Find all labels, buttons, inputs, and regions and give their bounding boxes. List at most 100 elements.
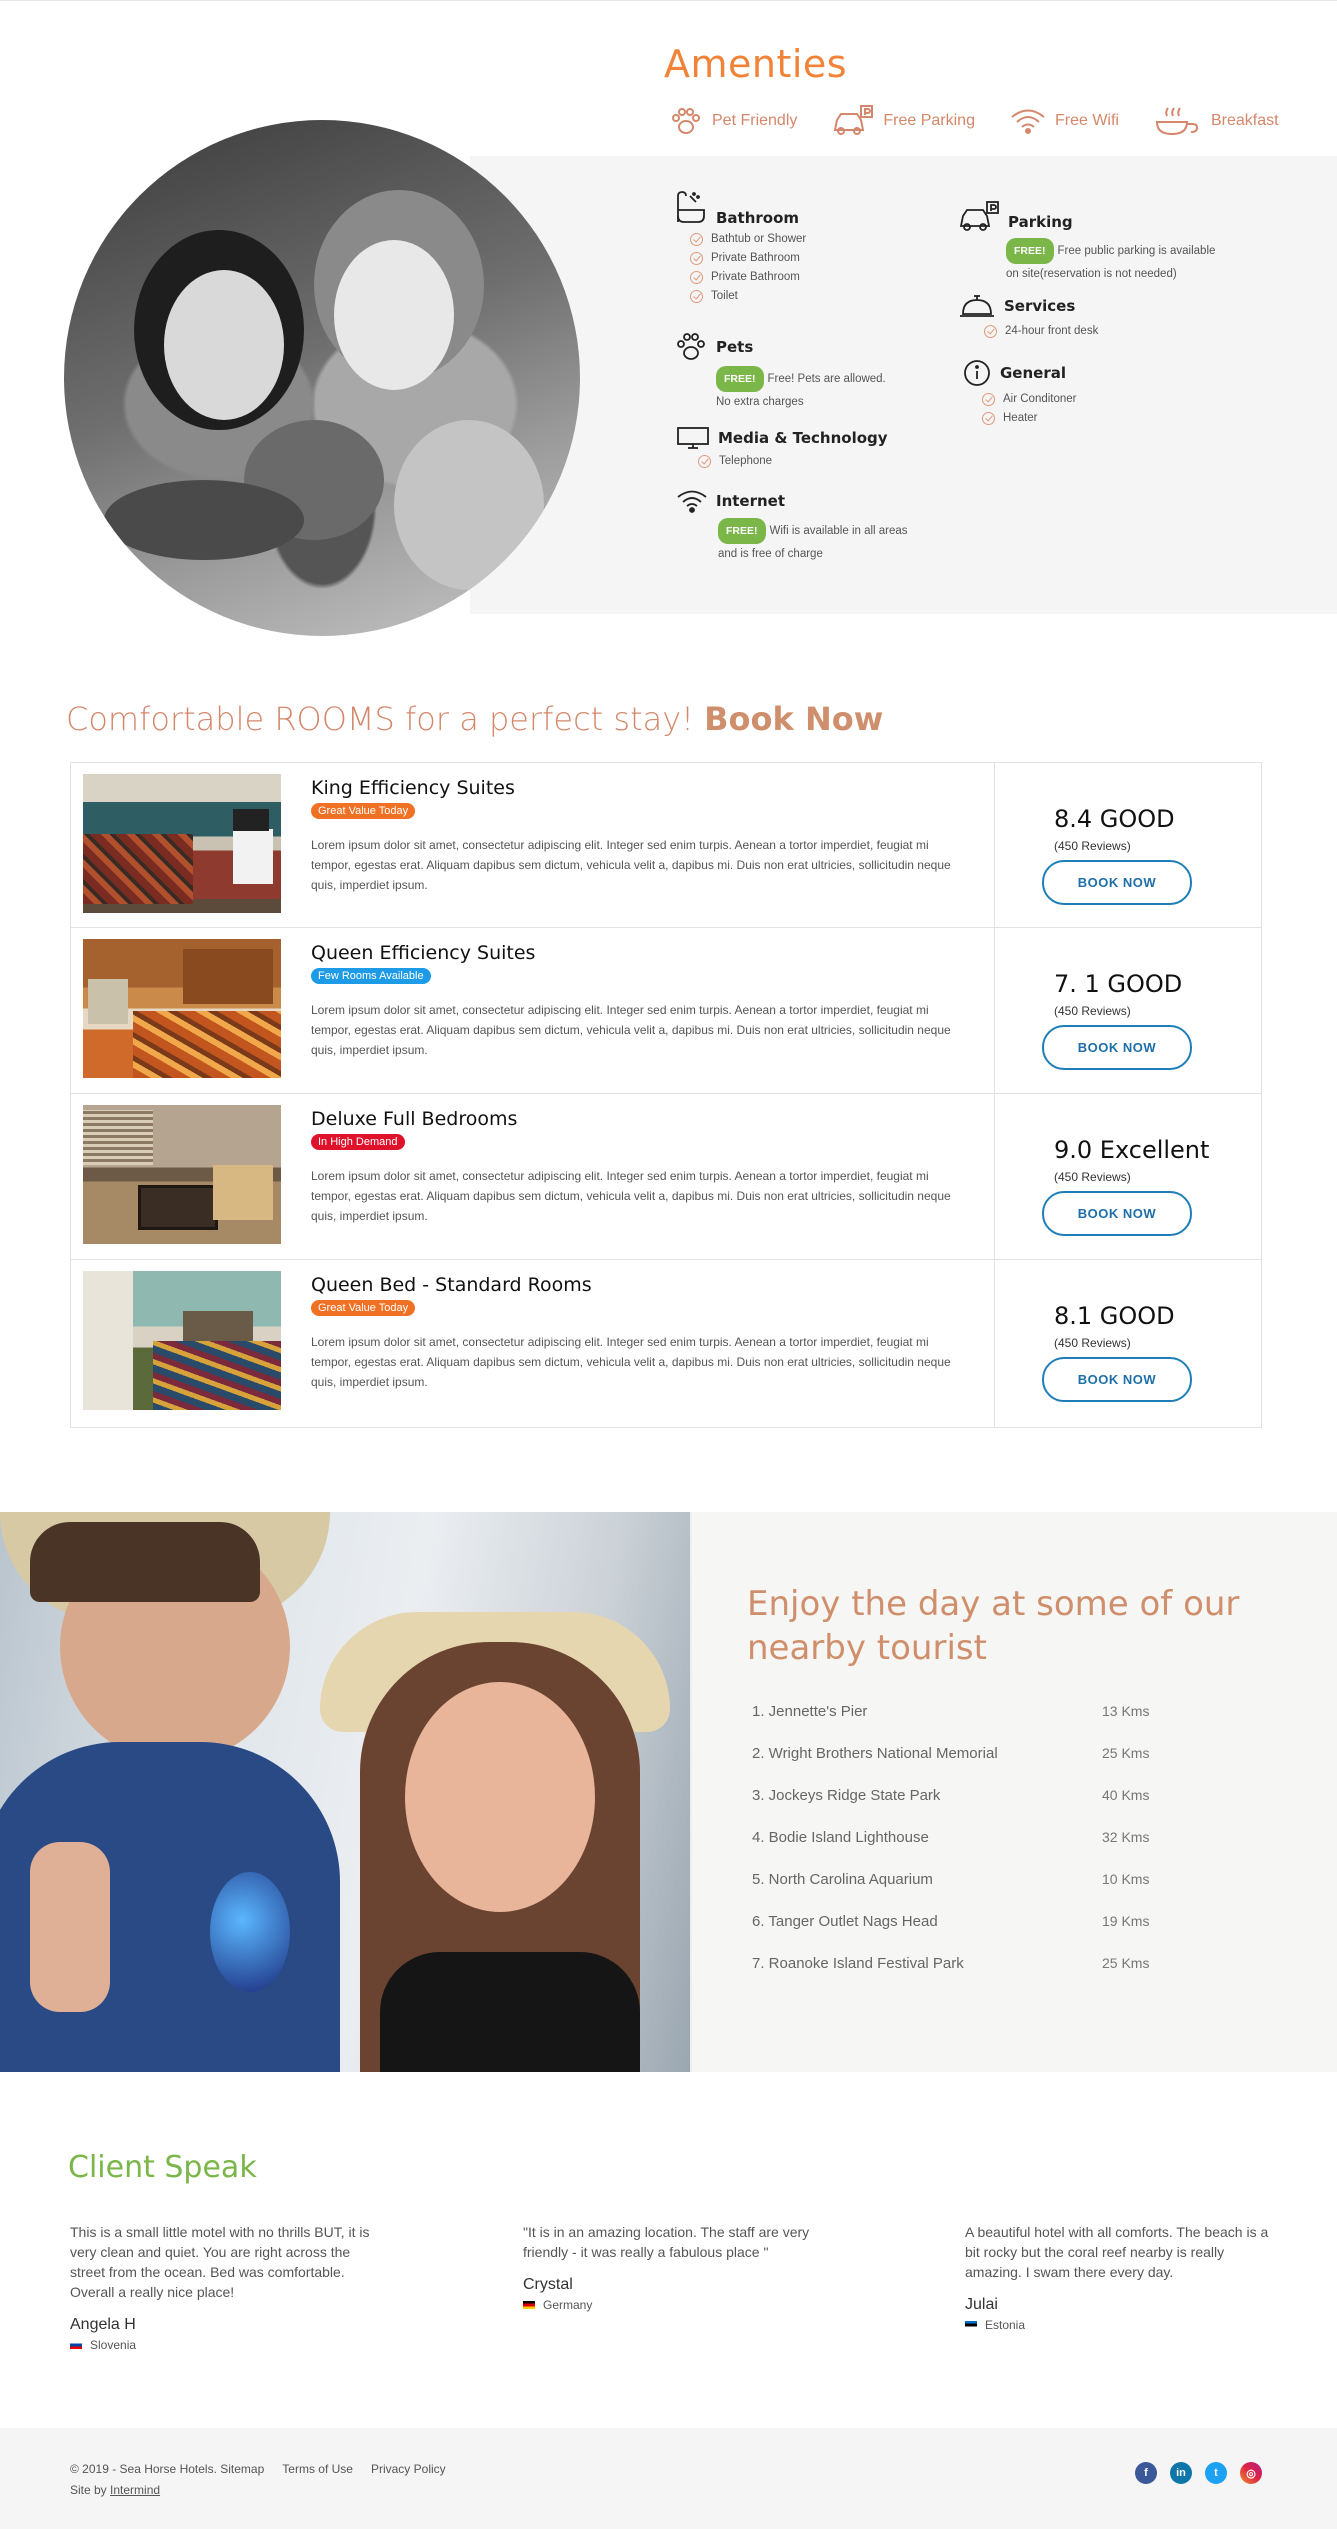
room-name: Queen Efficiency Suites: [311, 942, 536, 964]
testimonial: "It is in an amazing location. The staff…: [523, 2222, 833, 2312]
room-photo[interactable]: [83, 939, 281, 1078]
check-icon: [982, 392, 995, 406]
estonia-flag-icon: [965, 2321, 977, 2329]
place-distance: 32 Kms: [1102, 1829, 1150, 1845]
amenity-free-parking: Free Parking: [831, 104, 975, 138]
place-name: 4. Bodie Island Lighthouse: [752, 1829, 929, 1846]
room-photo[interactable]: [83, 1271, 281, 1410]
paw-icon: [677, 333, 705, 360]
list-item: Bathtub or Shower: [690, 232, 806, 246]
services-list: 24-hour front desk: [958, 324, 1098, 338]
instagram-icon[interactable]: ◎: [1240, 2462, 1262, 2484]
room-description: Lorem ipsum dolor sit amet, consectetur …: [311, 1169, 951, 1223]
place-distance: 25 Kms: [1102, 1745, 1150, 1761]
amenity-label: Free Wifi: [1054, 112, 1119, 129]
place-name: 6. Tanger Outlet Nags Head: [752, 1913, 938, 1930]
room-row: Queen Efficiency Suites Few Rooms Availa…: [71, 928, 1261, 1094]
room-row: Deluxe Full Bedrooms In High Demand Lore…: [71, 1094, 1261, 1260]
list-item: 24-hour front desk: [984, 324, 1098, 338]
amenities-highlights: Pet Friendly Free Parking Free Wifi Brea…: [668, 104, 1279, 138]
room-score: 9.0 Excellent: [1054, 1136, 1210, 1164]
testimonial-country: Estonia: [965, 2318, 1275, 2332]
book-now-button[interactable]: BOOK NOW: [1042, 860, 1192, 905]
book-now-button[interactable]: BOOK NOW: [1042, 1191, 1192, 1236]
place-distance: 25 Kms: [1102, 1955, 1150, 1971]
site-credit: Site by Intermind: [70, 2483, 161, 2497]
pets-note-2: No extra charges: [716, 396, 804, 408]
room-badge: In High Demand: [311, 1134, 405, 1150]
testimonial-author: Julai: [965, 2296, 998, 2313]
room-name: King Efficiency Suites: [311, 777, 515, 799]
paw-icon: [672, 108, 700, 134]
list-item: Heater: [982, 411, 1077, 425]
room-photo[interactable]: [83, 774, 281, 913]
room-score: 7. 1 GOOD: [1054, 970, 1183, 998]
internet-note-2: and is free of charge: [718, 548, 823, 560]
list-item: 6. Tanger Outlet Nags Head 19 Kms: [752, 1913, 1162, 1955]
list-item: Telephone: [698, 454, 888, 468]
list-item: 7. Roanoke Island Festival Park 25 Kms: [752, 1955, 1162, 1997]
privacy-link[interactable]: Privacy Policy: [371, 2462, 446, 2476]
room-score: 8.4 GOOD: [1054, 805, 1175, 833]
book-now-button[interactable]: BOOK NOW: [1042, 1357, 1192, 1402]
list-item: Toilet: [690, 289, 806, 303]
amenity-group-media: Media & Technology Telephone: [676, 426, 888, 473]
amenity-free-wifi: Free Wifi: [1009, 106, 1119, 136]
bathroom-heading: Bathroom: [674, 190, 806, 228]
place-name: 5. North Carolina Aquarium: [752, 1871, 933, 1888]
intermind-link[interactable]: Intermind: [110, 2483, 160, 2497]
list-item: 2. Wright Brothers National Memorial 25 K…: [752, 1745, 1162, 1787]
room-score: 8.1 GOOD: [1054, 1302, 1175, 1330]
room-name: Queen Bed - Standard Rooms: [311, 1274, 592, 1296]
parking-title: Parking: [1008, 213, 1073, 231]
list-item: 4. Bodie Island Lighthouse 32 Kms: [752, 1829, 1162, 1871]
room-reviews: (450 Reviews): [1054, 839, 1131, 853]
amenity-group-parking: Parking FREE! Free public parking is avai…: [958, 200, 1215, 284]
list-item: Private Bathroom: [690, 270, 806, 284]
check-icon: [690, 251, 703, 265]
tourist-title: Enjoy the day at some of our nearby tour…: [747, 1584, 1240, 1668]
list-item: Air Conditoner: [982, 392, 1077, 406]
linkedin-icon[interactable]: in: [1170, 2462, 1192, 2484]
wifi-icon: [677, 490, 707, 513]
pets-heading: Pets: [674, 332, 886, 362]
place-distance: 10 Kms: [1102, 1871, 1150, 1887]
testimonial-author: Crystal: [523, 2276, 573, 2293]
twitter-icon[interactable]: t: [1205, 2462, 1227, 2484]
internet-note: FREE! Wifi is available in all areas: [718, 518, 908, 544]
parking-note-2: on site(reservation is not needed): [1006, 268, 1177, 280]
place-distance: 13 Kms: [1102, 1703, 1150, 1719]
amenity-group-pets: Pets FREE! Free! Pets are allowed. No ext…: [674, 332, 886, 412]
check-icon: [982, 411, 995, 425]
amenity-group-general: General Air Conditoner Heater: [962, 358, 1077, 430]
rooms-title: Comfortable ROOMS for a perfect stay! Bo…: [66, 700, 884, 738]
germany-flag-icon: [523, 2301, 535, 2309]
amenity-breakfast: Breakfast: [1153, 104, 1279, 138]
general-title: General: [1000, 364, 1066, 382]
check-icon: [690, 289, 703, 303]
room-badge: Great Value Today: [311, 1300, 416, 1316]
info-icon: [964, 360, 990, 386]
parking-note: FREE! Free public parking is available: [1006, 238, 1215, 264]
check-icon: [984, 324, 997, 338]
family-photo: [64, 120, 580, 636]
free-badge: FREE!: [1006, 238, 1054, 264]
copyright-sitemap-link[interactable]: © 2019 - Sea Horse Hotels. Sitemap: [70, 2462, 264, 2476]
testimonial-country: Slovenia: [70, 2338, 380, 2352]
check-icon: [698, 454, 711, 468]
media-title: Media & Technology: [718, 429, 888, 447]
book-now-title-link[interactable]: Book Now: [704, 700, 883, 738]
facebook-icon[interactable]: f: [1135, 2462, 1157, 2484]
amenities-title: Amenties: [664, 42, 848, 86]
book-now-button[interactable]: BOOK NOW: [1042, 1025, 1192, 1070]
check-icon: [690, 270, 703, 284]
slovenia-flag-icon: [70, 2341, 82, 2349]
general-list: Air Conditoner Heater: [962, 392, 1077, 425]
footer-links: © 2019 - Sea Horse Hotels. Sitemap Terms…: [70, 2462, 446, 2476]
car-parking-icon: [959, 201, 999, 231]
room-photo[interactable]: [83, 1105, 281, 1244]
list-item: 3. Jockeys Ridge State Park 40 Kms: [752, 1787, 1162, 1829]
room-reviews: (450 Reviews): [1054, 1170, 1131, 1184]
terms-link[interactable]: Terms of Use: [282, 2462, 353, 2476]
rooms-table: King Efficiency Suites Great Value Today…: [70, 762, 1262, 1428]
